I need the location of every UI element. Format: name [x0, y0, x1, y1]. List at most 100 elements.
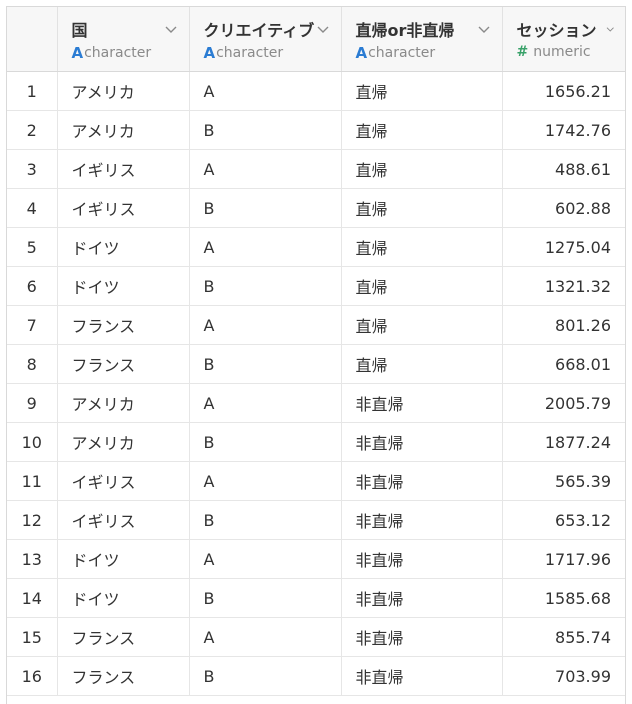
country-cell: ドイツ [57, 227, 190, 267]
creative-cell: B [189, 656, 342, 696]
row-index-cell: 2 [7, 110, 58, 150]
chevron-down-icon[interactable] [163, 21, 179, 37]
country-cell: イギリス [57, 149, 190, 189]
bounce-cell: 非直帰 [341, 656, 503, 696]
creative-cell: A [189, 305, 342, 345]
row-index-cell: 14 [7, 578, 58, 618]
data-table: 国 A character クリエイティブ A character 直帰or非直… [7, 7, 625, 696]
table-row[interactable]: 15 フランス A 非直帰 855.74 [7, 617, 625, 657]
chevron-down-icon[interactable] [476, 21, 492, 37]
column-title: クリエイティブ [203, 21, 315, 40]
sessions-cell: 1585.68 [502, 578, 625, 618]
bounce-cell: 非直帰 [341, 578, 503, 618]
country-cell: イギリス [57, 461, 190, 501]
country-cell: イギリス [57, 500, 190, 540]
table-row[interactable]: 3 イギリス A 直帰 488.61 [7, 149, 625, 189]
bounce-cell: 非直帰 [341, 539, 503, 579]
bounce-cell: 非直帰 [341, 617, 503, 657]
country-cell: アメリカ [57, 383, 190, 423]
column-header-country[interactable]: 国 A character [57, 7, 190, 72]
bounce-cell: 直帰 [341, 344, 503, 384]
creative-cell: A [189, 461, 342, 501]
country-cell: フランス [57, 617, 190, 657]
bounce-cell: 非直帰 [341, 422, 503, 462]
sessions-cell: 1717.96 [502, 539, 625, 579]
row-index-cell: 12 [7, 500, 58, 540]
creative-cell: A [189, 617, 342, 657]
table-body: 1 アメリカ A 直帰 1656.21 2 アメリカ B 直帰 1742.76 3 イギリス A 直帰 48… [7, 71, 625, 696]
table-row[interactable]: 11 イギリス A 非直帰 565.39 [7, 461, 625, 501]
bounce-cell: 直帰 [341, 110, 503, 150]
row-index-cell: 8 [7, 344, 58, 384]
data-table-viewer: 国 A character クリエイティブ A character 直帰or非直… [6, 6, 626, 704]
row-index-cell: 3 [7, 149, 58, 189]
country-cell: ドイツ [57, 578, 190, 618]
creative-cell: A [189, 71, 342, 111]
table-row[interactable]: 5 ドイツ A 直帰 1275.04 [7, 227, 625, 267]
column-type-label: character [216, 45, 284, 61]
creative-cell: A [189, 383, 342, 423]
bounce-cell: 直帰 [341, 266, 503, 306]
creative-cell: B [189, 344, 342, 384]
row-index-cell: 4 [7, 188, 58, 228]
column-header-bounce[interactable]: 直帰or非直帰 A character [341, 7, 503, 72]
country-cell: アメリカ [57, 110, 190, 150]
column-header-creative[interactable]: クリエイティブ A character [189, 7, 342, 72]
bounce-cell: 非直帰 [341, 500, 503, 540]
column-type-label: character [368, 45, 436, 61]
sessions-cell: 1877.24 [502, 422, 625, 462]
row-index-cell: 16 [7, 656, 58, 696]
chevron-down-icon[interactable] [315, 21, 331, 37]
character-type-icon: A [71, 44, 84, 62]
column-title: 直帰or非直帰 [355, 21, 455, 40]
table-row[interactable]: 6 ドイツ B 直帰 1321.32 [7, 266, 625, 306]
table-row[interactable]: 10 アメリカ B 非直帰 1877.24 [7, 422, 625, 462]
row-index-cell: 11 [7, 461, 58, 501]
table-row[interactable]: 12 イギリス B 非直帰 653.12 [7, 500, 625, 540]
sessions-cell: 653.12 [502, 500, 625, 540]
table-row[interactable]: 9 アメリカ A 非直帰 2005.79 [7, 383, 625, 423]
column-header-sessions[interactable]: セッション # numeric [502, 7, 625, 72]
column-title: セッション [516, 21, 597, 40]
row-index-cell: 6 [7, 266, 58, 306]
creative-cell: B [189, 110, 342, 150]
country-cell: ドイツ [57, 266, 190, 306]
creative-cell: B [189, 500, 342, 540]
country-cell: フランス [57, 344, 190, 384]
table-row[interactable]: 14 ドイツ B 非直帰 1585.68 [7, 578, 625, 618]
row-index-cell: 9 [7, 383, 58, 423]
row-index-cell: 1 [7, 71, 58, 111]
country-cell: フランス [57, 656, 190, 696]
character-type-icon: A [203, 44, 216, 62]
row-index-cell: 10 [7, 422, 58, 462]
table-row[interactable]: 1 アメリカ A 直帰 1656.21 [7, 71, 625, 111]
country-cell: アメリカ [57, 422, 190, 462]
column-type-label: numeric [533, 44, 591, 60]
table-row[interactable]: 7 フランス A 直帰 801.26 [7, 305, 625, 345]
creative-cell: B [189, 578, 342, 618]
sessions-cell: 565.39 [502, 461, 625, 501]
sessions-cell: 602.88 [502, 188, 625, 228]
creative-cell: B [189, 188, 342, 228]
sessions-cell: 703.99 [502, 656, 625, 696]
country-cell: ドイツ [57, 539, 190, 579]
table-row[interactable]: 13 ドイツ A 非直帰 1717.96 [7, 539, 625, 579]
bounce-cell: 直帰 [341, 227, 503, 267]
bounce-cell: 非直帰 [341, 383, 503, 423]
country-cell: フランス [57, 305, 190, 345]
character-type-icon: A [355, 44, 368, 62]
creative-cell: A [189, 227, 342, 267]
table-row[interactable]: 4 イギリス B 直帰 602.88 [7, 188, 625, 228]
bounce-cell: 直帰 [341, 71, 503, 111]
bounce-cell: 直帰 [341, 188, 503, 228]
creative-cell: A [189, 539, 342, 579]
sessions-cell: 1275.04 [502, 227, 625, 267]
table-row[interactable]: 2 アメリカ B 直帰 1742.76 [7, 110, 625, 150]
table-row[interactable]: 16 フランス B 非直帰 703.99 [7, 656, 625, 696]
chevron-down-icon[interactable] [605, 21, 615, 37]
row-index-header [7, 7, 58, 72]
sessions-cell: 2005.79 [502, 383, 625, 423]
row-index-cell: 5 [7, 227, 58, 267]
country-cell: イギリス [57, 188, 190, 228]
table-row[interactable]: 8 フランス B 直帰 668.01 [7, 344, 625, 384]
